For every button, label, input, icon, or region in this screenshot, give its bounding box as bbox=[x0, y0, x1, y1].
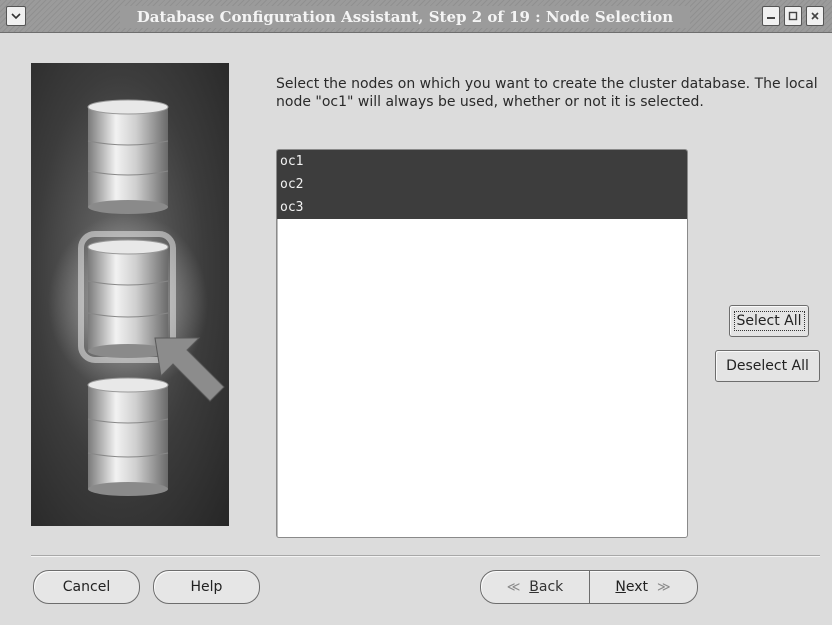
node-list-item[interactable]: oc1 bbox=[277, 150, 687, 173]
next-label: Next bbox=[615, 579, 649, 595]
back-label: Back bbox=[529, 579, 564, 595]
close-icon[interactable] bbox=[806, 6, 824, 26]
instructions-text: Select the nodes on which you want to cr… bbox=[276, 76, 818, 110]
node-list-item[interactable]: oc3 bbox=[277, 196, 687, 219]
footer-separator bbox=[31, 555, 820, 557]
help-button[interactable]: Help bbox=[153, 570, 260, 604]
node-list[interactable]: oc1 oc2 oc3 bbox=[276, 149, 688, 538]
chevron-left-icon: ≪ bbox=[506, 580, 521, 595]
title-bar[interactable]: Database Configuration Assistant, Step 2… bbox=[0, 0, 832, 33]
database-cylinder-icon bbox=[87, 99, 169, 214]
database-cylinder-icon bbox=[87, 377, 169, 496]
minimize-icon[interactable] bbox=[762, 6, 780, 26]
back-button[interactable]: ≪ Back bbox=[481, 571, 590, 603]
navigation-button-group: ≪ Back Next ≫ bbox=[480, 570, 698, 604]
select-all-label: Select All bbox=[733, 311, 805, 331]
window-menu-icon[interactable] bbox=[6, 6, 26, 26]
cancel-button[interactable]: Cancel bbox=[33, 570, 140, 604]
chevron-right-icon: ≫ bbox=[656, 580, 671, 595]
database-illustration bbox=[31, 63, 229, 526]
window-title: Database Configuration Assistant, Step 2… bbox=[120, 6, 690, 28]
maximize-icon[interactable] bbox=[784, 6, 802, 26]
next-button[interactable]: Next ≫ bbox=[589, 571, 697, 603]
node-list-item[interactable]: oc2 bbox=[277, 173, 687, 196]
select-all-button[interactable]: Select All bbox=[729, 305, 809, 337]
deselect-all-button[interactable]: Deselect All bbox=[715, 350, 820, 382]
